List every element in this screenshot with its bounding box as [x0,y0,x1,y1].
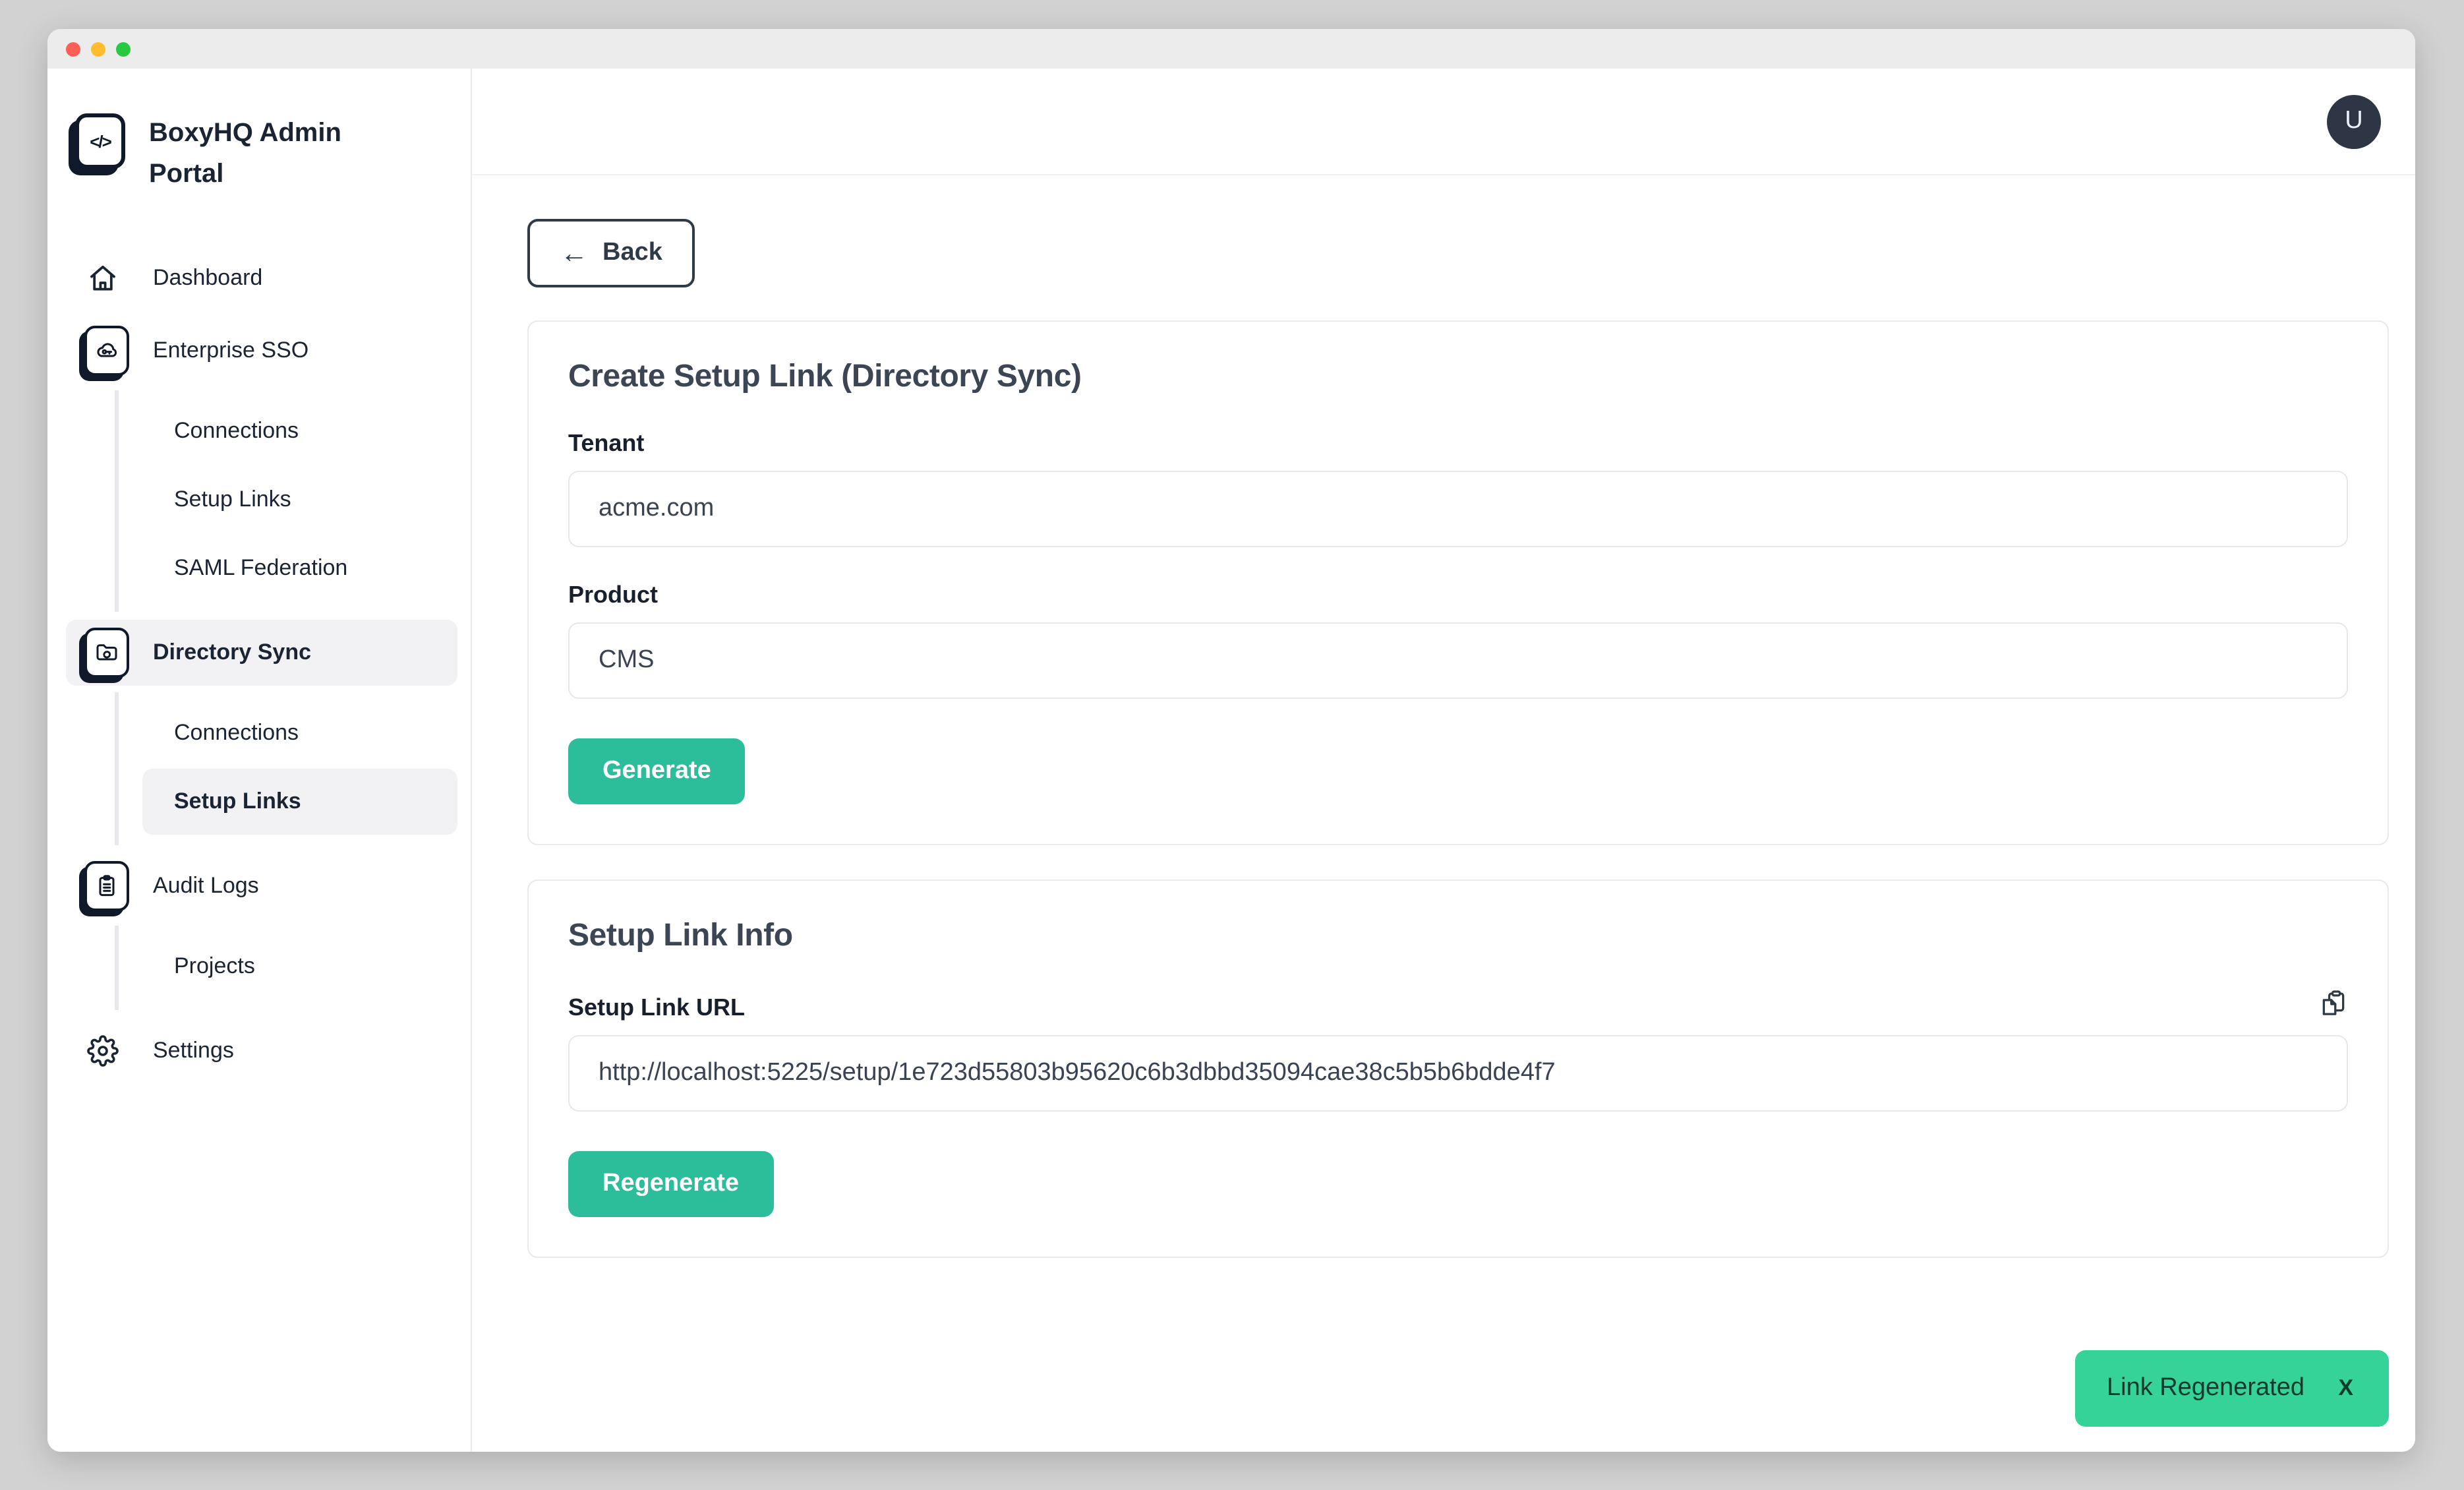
setup-link-info-card: Setup Link Info Setup Link URL [527,879,2389,1258]
stage: </> BoxyHQ Admin Portal Dashboard [0,0,2464,1490]
top-header: U [472,69,2415,175]
folder-sync-icon [74,628,132,678]
create-setup-link-card: Create Setup Link (Directory Sync) Tenan… [527,320,2389,845]
sidebar-subitem-label: Connections [174,720,299,746]
copy-to-clipboard-button[interactable] [2319,989,2348,1022]
desktop: { "window": { "traffic_lights": { "red":… [0,0,2464,1490]
app-title: BoxyHQ Admin Portal [149,113,373,195]
sidebar-item-audit-logs[interactable]: Audit Logs [66,853,457,919]
sidebar-item-directory-sync[interactable]: Directory Sync [66,620,457,686]
sidebar-subitem-label: Setup Links [174,487,291,513]
toast-notification: Link Regenerated X [2075,1350,2389,1427]
sidebar-item-settings[interactable]: Settings [66,1018,457,1084]
sidebar-subitem-saml-federation[interactable]: SAML Federation [142,535,457,601]
sidebar-item-label: Dashboard [153,265,262,291]
enterprise-sso-subnav: Connections Setup Links SAML Federation [115,390,457,612]
home-icon [74,262,132,294]
page-content: ← Back Create Setup Link (Directory Sync… [472,175,2415,1452]
sidebar-item-label: Enterprise SSO [153,338,308,364]
sidebar-subitem-label: SAML Federation [174,555,347,581]
app-window: </> BoxyHQ Admin Portal Dashboard [47,29,2415,1452]
app-logo[interactable]: </> BoxyHQ Admin Portal [66,113,457,195]
back-button-label: Back [602,239,662,268]
window-titlebar [47,29,2415,69]
sso-cloud-key-icon [74,326,132,376]
back-button[interactable]: ← Back [527,219,695,287]
window-body: </> BoxyHQ Admin Portal Dashboard [47,69,2415,1452]
sidebar-subitem-projects[interactable]: Projects [142,934,457,999]
sidebar-subitem-label: Connections [174,418,299,444]
create-card-title: Create Setup Link (Directory Sync) [568,359,2348,396]
audit-logs-subnav: Projects [115,926,457,1010]
sidebar-subitem-label: Setup Links [174,789,301,815]
product-label: Product [568,581,2348,609]
toast-close-button[interactable]: X [2338,1375,2353,1402]
setup-link-url-label: Setup Link URL [568,994,745,1022]
tenant-input[interactable] [568,471,2348,547]
maximize-window-icon[interactable] [116,42,131,56]
minimize-window-icon[interactable] [91,42,105,56]
product-input[interactable] [568,622,2348,699]
toast-message: Link Regenerated [2107,1374,2304,1403]
sidebar-subitem-sso-setup-links[interactable]: Setup Links [142,467,457,533]
back-arrow-icon: ← [560,239,588,267]
sidebar-subitem-label: Projects [174,953,255,980]
sidebar-nav: Dashboard Enterprise SSO [66,245,457,1084]
url-label-row: Setup Link URL [568,989,2348,1022]
main-area: U ← Back Create Setup Link (Directory Sy… [472,69,2415,1452]
tenant-label: Tenant [568,430,2348,458]
sidebar-item-label: Settings [153,1038,234,1064]
copy-icon [2319,989,2348,1022]
clipboard-list-icon [74,861,132,911]
sidebar-item-label: Directory Sync [153,640,311,666]
user-avatar[interactable]: U [2327,94,2381,148]
gear-icon [74,1035,132,1067]
sidebar: </> BoxyHQ Admin Portal Dashboard [47,69,472,1452]
sidebar-item-dashboard[interactable]: Dashboard [66,245,457,311]
sidebar-subitem-sso-connections[interactable]: Connections [142,398,457,464]
sidebar-item-enterprise-sso[interactable]: Enterprise SSO [66,318,457,384]
info-card-title: Setup Link Info [568,918,2348,955]
generate-button[interactable]: Generate [568,738,746,804]
close-window-icon[interactable] [66,42,80,56]
sidebar-subitem-dsync-connections[interactable]: Connections [142,700,457,766]
directory-sync-subnav: Connections Setup Links [115,692,457,845]
sidebar-item-label: Audit Logs [153,873,259,899]
setup-link-url-input[interactable] [568,1035,2348,1112]
sidebar-subitem-dsync-setup-links[interactable]: Setup Links [142,769,457,835]
regenerate-button[interactable]: Regenerate [568,1151,773,1217]
boxyhq-logo-icon: </> [75,113,125,169]
logo-code-glyph: </> [90,131,111,151]
